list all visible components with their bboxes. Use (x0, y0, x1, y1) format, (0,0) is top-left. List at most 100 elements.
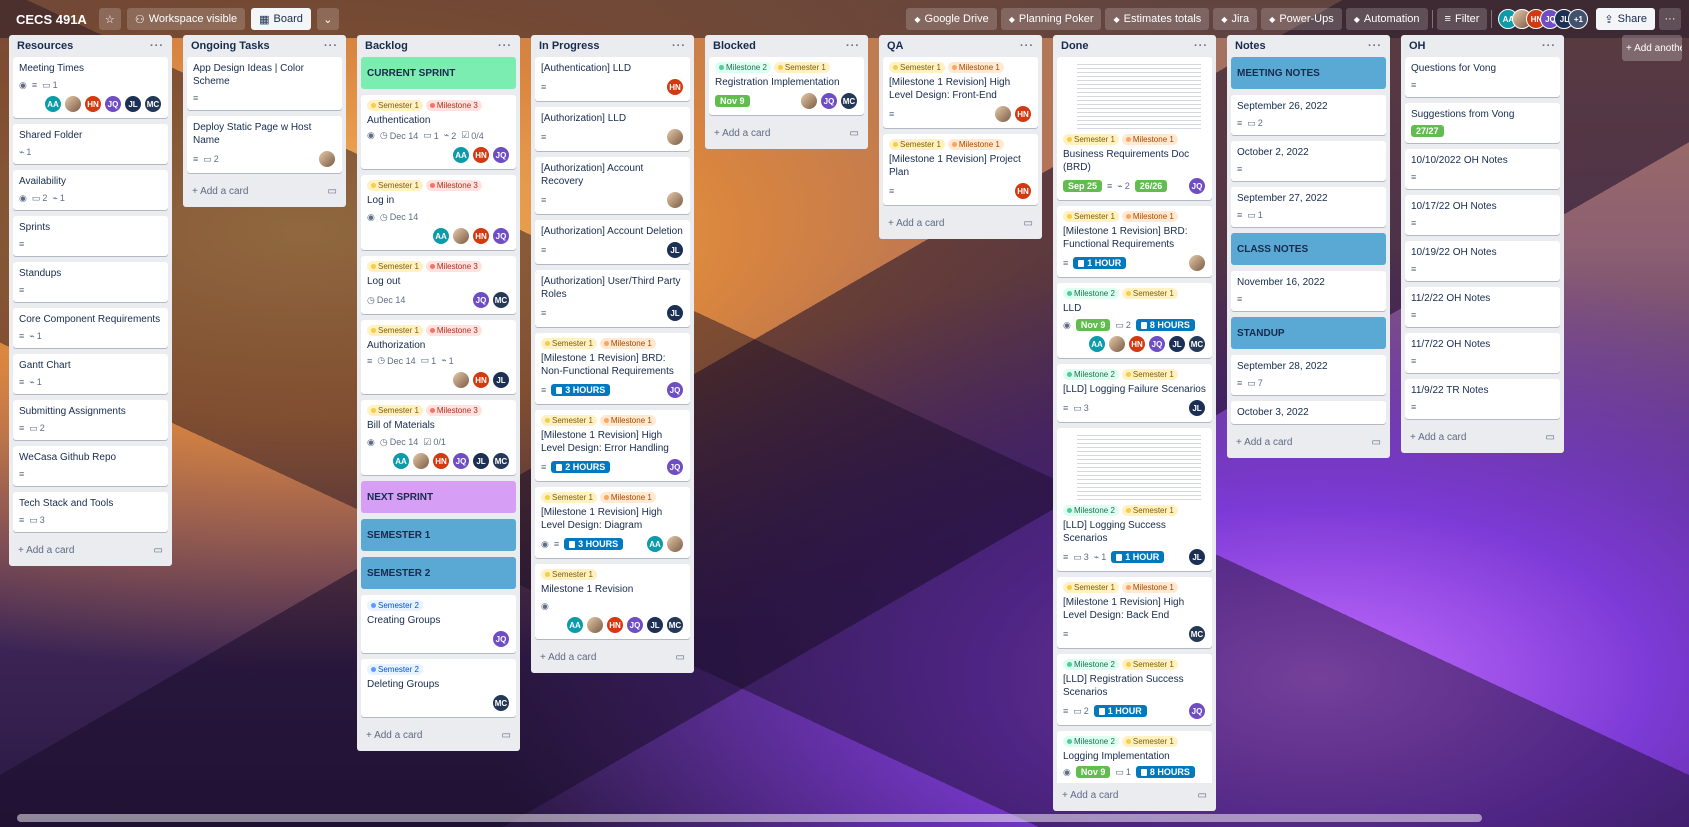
list-menu-icon[interactable]: ··· (1020, 40, 1034, 52)
card[interactable]: Gantt Chart ≡ ⌁ 1 (13, 354, 168, 394)
label-badge[interactable]: Semester 1 (367, 180, 423, 191)
card[interactable]: Milestone 2 Semester 1 Registration Implem… (709, 57, 864, 115)
card[interactable]: Milestone 2 Semester 1 [LLD] Logging Succe… (1057, 428, 1212, 571)
label-badge[interactable]: Milestone 3 (425, 261, 482, 272)
section-cover-card[interactable]: CLASS NOTES (1231, 233, 1386, 265)
avatar[interactable]: MC (1188, 335, 1206, 353)
label-badge[interactable]: Semester 1 (1121, 659, 1178, 670)
card[interactable]: [Authentication] LLD ≡ HN (535, 57, 690, 101)
label-badge[interactable]: Semester 1 (367, 405, 423, 416)
card[interactable]: Semester 1 Milestone 1 [Milestone 1 Revisi… (883, 57, 1038, 128)
avatar[interactable] (666, 128, 684, 146)
card[interactable]: 11/7/22 OH Notes ≡ (1405, 333, 1560, 373)
avatar[interactable]: MC (840, 92, 858, 110)
list-header[interactable]: Ongoing Tasks ··· (187, 35, 342, 57)
avatar[interactable]: JL (1188, 399, 1206, 417)
card[interactable]: [Authorization] User/Third Party Roles ≡ J… (535, 270, 690, 327)
card[interactable]: October 3, 2022 (1231, 401, 1386, 424)
jira-button[interactable]: ◆ Jira (1213, 8, 1258, 30)
template-icon[interactable]: ▭ (1372, 437, 1381, 448)
avatar[interactable]: AA (432, 227, 450, 245)
avatar[interactable]: JQ (104, 95, 122, 113)
avatar[interactable]: JQ (1148, 335, 1166, 353)
card[interactable]: Semester 1 Milestone 3 Log in ◉ ◷ Dec 14 AA HN J… (361, 175, 516, 250)
card[interactable]: Semester 1 Milestone 1 [Milestone 1 Revisi… (1057, 206, 1212, 277)
card[interactable]: Semester 1 Milestone 1 [Milestone 1 Revisi… (883, 134, 1038, 205)
label-badge[interactable]: Semester 1 (1121, 736, 1178, 747)
avatar[interactable]: MC (492, 694, 510, 712)
label-badge[interactable]: Milestone 1 (947, 62, 1004, 73)
avatar[interactable]: HN (1014, 182, 1032, 200)
avatar[interactable]: AA (566, 616, 584, 634)
card[interactable]: [Authorization] Account Deletion ≡ JL (535, 220, 690, 264)
avatar[interactable]: HN (472, 227, 490, 245)
card[interactable]: Semester 2 Creating Groups JQ (361, 595, 516, 653)
card[interactable]: Sprints ≡ (13, 216, 168, 256)
card[interactable]: Tech Stack and Tools ≡ ▭ 3 (13, 492, 168, 532)
card[interactable]: 11/2/22 OH Notes ≡ (1405, 287, 1560, 327)
member-overflow-badge[interactable]: +1 (1568, 9, 1589, 29)
card[interactable]: 10/17/22 OH Notes ≡ (1405, 195, 1560, 235)
label-badge[interactable]: Semester 2 (367, 664, 423, 675)
label-badge[interactable]: Milestone 2 (1063, 736, 1119, 747)
avatar[interactable]: JQ (492, 227, 510, 245)
avatar[interactable]: HN (432, 452, 450, 470)
list-header[interactable]: Resources ··· (13, 35, 168, 57)
avatar[interactable]: HN (84, 95, 102, 113)
template-icon[interactable]: ▭ (1024, 218, 1033, 229)
list-title[interactable]: Blocked (713, 40, 756, 52)
avatar[interactable]: MC (144, 95, 162, 113)
template-icon[interactable]: ▭ (1546, 432, 1555, 443)
card[interactable]: Semester 1 Milestone 1 [Milestone 1 Revisi… (535, 333, 690, 404)
add-card-button[interactable]: + Add a card ▭ (13, 538, 168, 562)
horizontal-scrollbar[interactable] (17, 814, 1482, 822)
avatar[interactable]: JQ (472, 291, 490, 309)
avatar[interactable]: JQ (452, 452, 470, 470)
avatar[interactable]: JL (124, 95, 142, 113)
avatar[interactable]: JL (1188, 548, 1206, 566)
card[interactable]: September 27, 2022 ≡ ▭ 1 (1231, 187, 1386, 227)
list-title[interactable]: In Progress (539, 40, 600, 52)
avatar[interactable]: AA (646, 535, 664, 553)
list-header[interactable]: QA ··· (883, 35, 1038, 57)
avatar[interactable]: HN (1128, 335, 1146, 353)
list-title[interactable]: Backlog (365, 40, 408, 52)
avatar[interactable]: JQ (1188, 177, 1206, 195)
card[interactable]: Semester 1 Milestone 3 Authentication ◉ ◷ Dec… (361, 95, 516, 169)
label-badge[interactable]: Semester 1 (367, 261, 423, 272)
label-badge[interactable]: Semester 1 (367, 325, 423, 336)
card[interactable]: Semester 1 Milestone 1 Revision ◉ AA HN JQ JL M… (535, 564, 690, 639)
avatar[interactable]: AA (1088, 335, 1106, 353)
avatar[interactable]: JQ (1188, 702, 1206, 720)
card[interactable]: September 26, 2022 ≡ ▭ 2 (1231, 95, 1386, 135)
template-icon[interactable]: ▭ (676, 652, 685, 663)
label-badge[interactable]: Milestone 1 (947, 139, 1004, 150)
avatar[interactable] (994, 105, 1012, 123)
list-title[interactable]: Notes (1235, 40, 1266, 52)
view-switcher-button[interactable]: ▦ Board (251, 8, 311, 30)
avatar[interactable] (452, 227, 470, 245)
visibility-button[interactable]: ⚇ Workspace visible (126, 8, 246, 30)
avatar[interactable]: AA (392, 452, 410, 470)
avatar[interactable] (800, 92, 818, 110)
label-badge[interactable]: Semester 1 (889, 139, 945, 150)
section-cover-card[interactable]: SEMESTER 2 (361, 557, 516, 589)
list-menu-icon[interactable]: ··· (846, 40, 860, 52)
card[interactable]: Submitting Assignments ≡ ▭ 2 (13, 400, 168, 440)
avatar[interactable]: MC (666, 616, 684, 634)
card[interactable]: Questions for Vong ≡ (1405, 57, 1560, 97)
list-header[interactable]: Notes ··· (1231, 35, 1386, 57)
avatar[interactable]: JL (472, 452, 490, 470)
avatar[interactable]: MC (492, 452, 510, 470)
label-badge[interactable]: Semester 1 (773, 62, 830, 73)
card[interactable]: October 2, 2022 ≡ (1231, 141, 1386, 181)
label-badge[interactable]: Milestone 1 (599, 492, 656, 503)
star-icon[interactable]: ☆ (98, 8, 121, 30)
card[interactable]: Shared Folder ⌁ 1 (13, 124, 168, 164)
card[interactable]: Deploy Static Page w Host Name ≡ ▭ 2 (187, 116, 342, 173)
estimates-button[interactable]: ◆ Estimates totals (1105, 8, 1210, 30)
card[interactable]: September 28, 2022 ≡ ▭ 7 (1231, 355, 1386, 395)
card[interactable]: Milestone 2 Semester 1 [LLD] Logging Failu… (1057, 364, 1212, 422)
avatar[interactable]: JQ (626, 616, 644, 634)
add-card-button[interactable]: + Add a card ▭ (1231, 430, 1386, 454)
